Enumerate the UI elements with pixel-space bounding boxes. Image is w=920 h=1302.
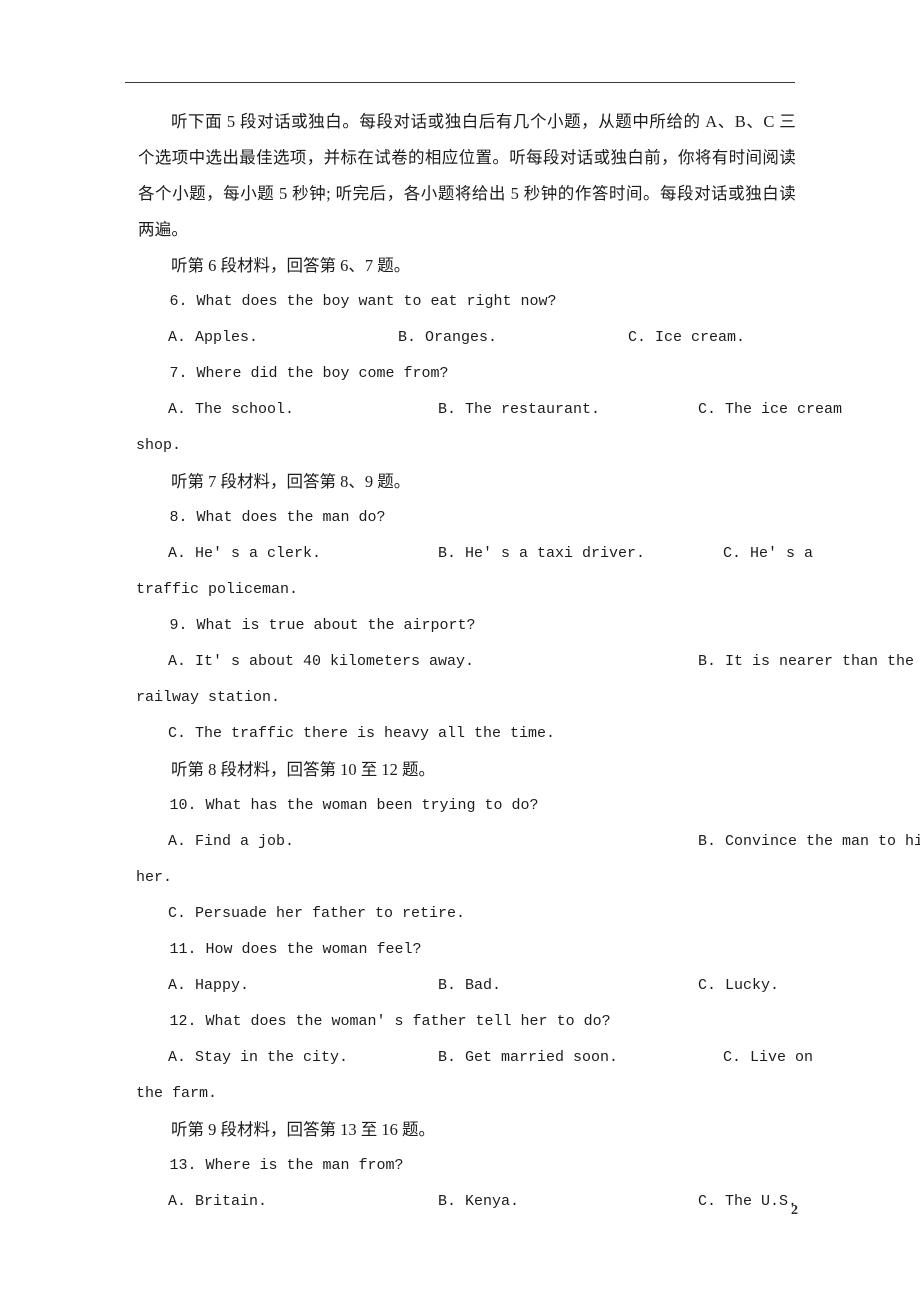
option-8-a[interactable]: A. He' s a clerk. [168,536,321,572]
option-6-b[interactable]: B. Oranges. [398,320,497,356]
question-8: 8. What does the man do? [169,509,386,526]
listening-instructions: 听下面 5 段对话或独白。每段对话或独白后有几个小题，从题中所给的 A、B、C … [138,112,796,239]
page-number: 2 [791,1203,798,1218]
option-12-c-wrap-text: the farm. [136,1085,218,1102]
options-13: A. Britain. B. Kenya. C. The U.S. [138,1184,797,1220]
options-10: A. Find a job. B. Convince the man to hi… [136,824,920,932]
question-11: 11. How does the woman feel? [169,941,422,958]
option-8-c-wrap-text: traffic policeman. [136,581,299,598]
option-9-b-wrap: railway station. [136,680,796,716]
option-9-c[interactable]: C. The traffic there is heavy all the ti… [168,716,555,752]
option-12-c-wrap: the farm. [136,1076,796,1112]
option-11-b[interactable]: B. Bad. [438,968,501,1004]
option-10-b-wrap: her. [136,860,796,896]
option-8-b[interactable]: B. He' s a taxi driver. [438,536,645,572]
options-7: A. The school. B. The restaurant. C. The… [136,392,842,464]
exam-body: 听下面 5 段对话或独白。每段对话或独白后有几个小题，从题中所给的 A、B、C … [136,104,920,1220]
question-10: 10. What has the woman been trying to do… [169,797,539,814]
question-13: 13. Where is the man from? [169,1157,404,1174]
option-9-a[interactable]: A. It' s about 40 kilometers away. [168,644,474,680]
option-10-b-wrap-text: her. [136,869,173,886]
option-11-c[interactable]: C. Lucky. [698,968,779,1004]
option-11-a[interactable]: A. Happy. [168,968,249,1004]
option-8-c[interactable]: C. He' s a [723,536,813,572]
option-9-b[interactable]: B. It is nearer than the [698,644,914,680]
option-8-c-wrap: traffic policeman. [136,572,796,608]
option-7-c[interactable]: C. The ice cream [698,392,842,428]
option-12-a[interactable]: A. Stay in the city. [168,1040,348,1076]
options-9: A. It' s about 40 kilometers away. B. It… [136,644,914,752]
option-10-c[interactable]: C. Persuade her father to retire. [168,896,465,932]
options-8: A. He' s a clerk. B. He' s a taxi driver… [136,536,813,608]
option-10-b[interactable]: B. Convince the man to hire [698,824,920,860]
header-rule [125,82,795,83]
option-9-b-wrap-text: railway station. [136,689,281,706]
options-6: A. Apples. B. Oranges. C. Ice cream. [138,320,796,356]
section-heading-8: 听第 8 段材料，回答第 10 至 12 题。 [171,760,435,779]
exam-page: 听下面 5 段对话或独白。每段对话或独白后有几个小题，从题中所给的 A、B、C … [0,0,920,1302]
question-7: 7. Where did the boy come from? [169,365,449,382]
option-13-c[interactable]: C. The U.S. [698,1184,797,1220]
section-heading-9: 听第 9 段材料，回答第 13 至 16 题。 [171,1120,435,1139]
options-11: A. Happy. B. Bad. C. Lucky. [138,968,796,1004]
option-13-a[interactable]: A. Britain. [168,1184,267,1220]
option-9-c-row: C. The traffic there is heavy all the ti… [138,716,796,752]
option-10-c-row: C. Persuade her father to retire. [138,896,796,932]
options-12: A. Stay in the city. B. Get married soon… [136,1040,813,1112]
option-7-c-wrap-text: shop. [136,437,182,454]
question-12: 12. What does the woman' s father tell h… [169,1013,611,1030]
option-13-b[interactable]: B. Kenya. [438,1184,519,1220]
section-heading-6: 听第 6 段材料，回答第 6、7 题。 [171,256,411,275]
option-6-a[interactable]: A. Apples. [168,320,258,356]
option-7-a[interactable]: A. The school. [168,392,294,428]
option-6-c[interactable]: C. Ice cream. [628,320,745,356]
section-heading-7: 听第 7 段材料，回答第 8、9 题。 [171,472,411,491]
option-7-c-wrap: shop. [136,428,796,464]
option-10-a[interactable]: A. Find a job. [168,824,294,860]
option-7-b[interactable]: B. The restaurant. [438,392,600,428]
question-9: 9. What is true about the airport? [169,617,476,634]
question-6: 6. What does the boy want to eat right n… [169,293,557,310]
option-12-b[interactable]: B. Get married soon. [438,1040,618,1076]
option-12-c[interactable]: C. Live on [723,1040,813,1076]
